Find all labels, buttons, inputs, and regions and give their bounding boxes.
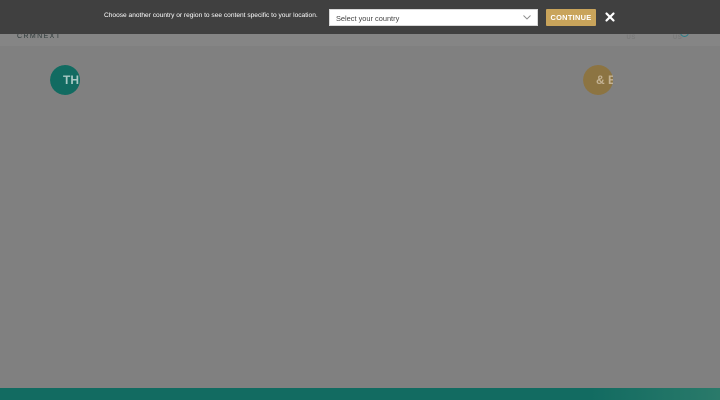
footer-band — [0, 388, 720, 400]
hero-circle-left: TH — [50, 65, 80, 95]
country-select-value: Select your country — [336, 14, 400, 23]
close-button[interactable] — [603, 10, 617, 24]
continue-button[interactable]: CONTINUE — [546, 9, 596, 26]
close-icon — [605, 12, 615, 22]
site-logo[interactable]: CRMNEXT — [17, 33, 61, 40]
region-message: Choose another country or region to see … — [104, 12, 318, 19]
region-selection-bar: Choose another country or region to see … — [0, 0, 720, 34]
country-select[interactable]: Select your country — [329, 9, 538, 26]
hero-right-text: & E — [596, 73, 613, 87]
hero-left-text: TH — [63, 73, 79, 87]
hero-circle-right: & E — [583, 65, 613, 95]
chevron-down-icon — [523, 15, 531, 20]
